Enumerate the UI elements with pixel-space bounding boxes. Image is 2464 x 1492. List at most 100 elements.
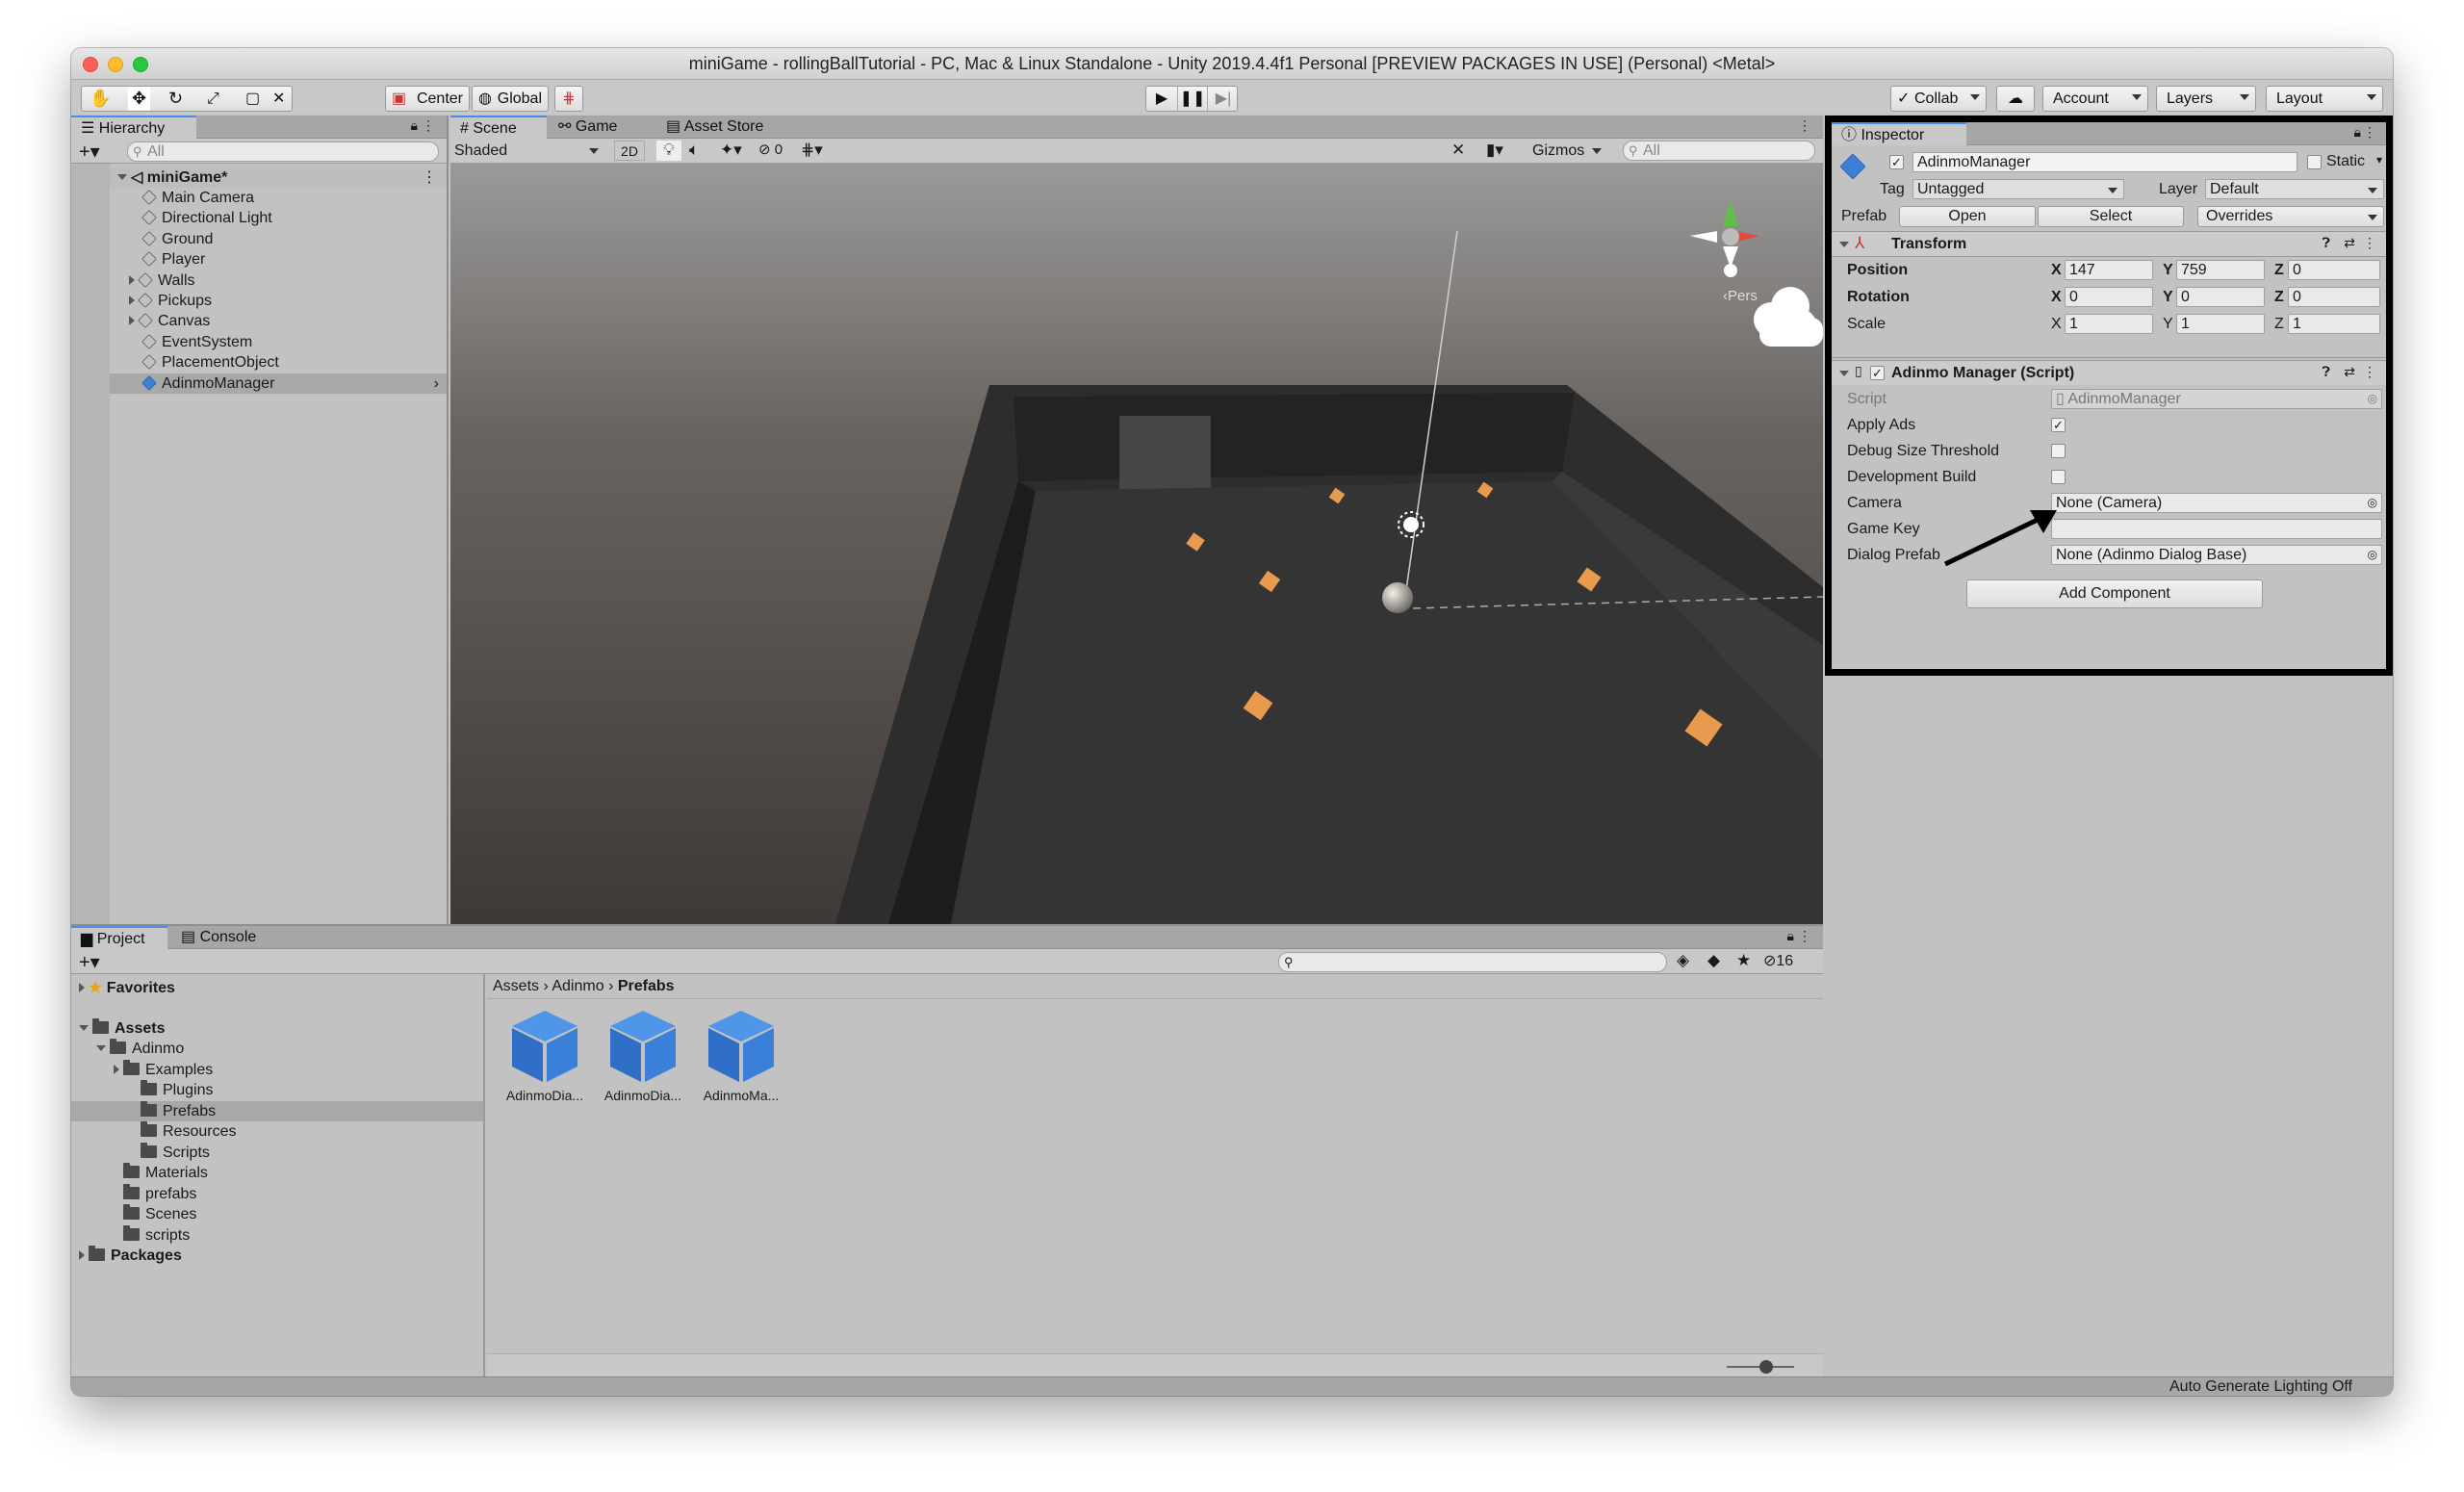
position-z-field[interactable]: 0 [2288, 260, 2380, 280]
project-tree-item[interactable]: Plugins [71, 1080, 483, 1100]
collapse-arrow-icon[interactable] [79, 1024, 89, 1031]
tab-hierarchy[interactable]: ☰ Hierarchy [71, 116, 196, 139]
component-menu-icon[interactable]: ⋮ [2363, 364, 2376, 380]
expand-arrow-icon[interactable] [114, 1064, 119, 1074]
project-tree-item[interactable]: Prefabs [71, 1100, 483, 1121]
favorite-star-icon[interactable]: ★ [1736, 951, 1751, 970]
chevron-right-icon[interactable]: › [434, 373, 439, 394]
camera-object-field[interactable]: None (Camera) ◎ [2051, 493, 2382, 513]
expand-arrow-icon[interactable] [79, 983, 85, 992]
expand-arrow-icon[interactable] [129, 274, 135, 285]
breadcrumb-item[interactable]: Adinmo [552, 978, 603, 994]
static-dropdown-icon[interactable]: ▾ [2376, 153, 2382, 167]
development-build-checkbox[interactable] [2051, 470, 2066, 484]
prefab-asset[interactable]: AdinmoMa... [697, 1007, 785, 1113]
more-menu-icon[interactable]: ⋮ [2363, 124, 2376, 141]
persp-label[interactable]: ‹Pers [1723, 288, 1758, 304]
zoom-slider-handle[interactable] [1759, 1360, 1773, 1374]
scene-viewport[interactable]: ‹Pers [450, 164, 1823, 924]
project-tree-item[interactable]: Packages [71, 1246, 483, 1266]
transform-header[interactable]: ⅄ Transform ❓︎ ⇄ ⋮ [1832, 231, 2386, 256]
breadcrumb-current[interactable]: Prefabs [618, 978, 675, 994]
move-tool-icon[interactable]: ✥ [128, 87, 151, 111]
scale-z-axis-label[interactable]: Z [2274, 314, 2284, 334]
hand-tool-icon[interactable]: ✋ [90, 87, 111, 111]
rotation-y-field[interactable]: 0 [2176, 287, 2265, 307]
help-icon[interactable]: ❓︎ [2323, 235, 2330, 251]
help-icon[interactable]: ❓︎ [2323, 364, 2330, 380]
rect-tool-icon[interactable]: ▢ [245, 87, 260, 111]
hierarchy-item[interactable]: Canvas [110, 311, 447, 331]
zoom-window-button[interactable] [133, 57, 148, 72]
layout-dropdown[interactable]: Layout [2266, 86, 2383, 112]
scale-tool-icon[interactable]: ⤢ [207, 87, 219, 111]
scale-x-axis-label[interactable]: X [2051, 314, 2062, 334]
tab-asset-store[interactable]: ▤ Asset Store [656, 116, 791, 139]
close-window-button[interactable] [83, 57, 98, 72]
grid-toggle-icon[interactable]: ⋕▾ [801, 141, 823, 160]
toggle-2d-button[interactable]: 2D [614, 141, 645, 161]
rotation-y-axis-label[interactable]: Y [2163, 287, 2173, 307]
hierarchy-item[interactable]: Main Camera [110, 188, 447, 208]
dialog-prefab-object-field[interactable]: None (Adinmo Dialog Base) ◎ [2051, 545, 2382, 565]
player-ball[interactable] [1382, 582, 1413, 613]
scale-x-field[interactable]: 1 [2065, 314, 2153, 334]
lighting-toggle-icon[interactable]: 💡︎ [656, 141, 681, 161]
object-picker-icon[interactable]: ◎ [2368, 494, 2377, 512]
prefab-select-button[interactable]: Select [2038, 206, 2184, 227]
lock-icon[interactable]: 🔒︎ [411, 117, 418, 134]
position-y-field[interactable]: 759 [2176, 260, 2265, 280]
position-z-axis-label[interactable]: Z [2274, 260, 2284, 280]
hierarchy-item[interactable]: Ground [110, 229, 447, 249]
rotation-x-field[interactable]: 0 [2065, 287, 2153, 307]
rotation-x-axis-label[interactable]: X [2051, 287, 2062, 307]
position-x-field[interactable]: 147 [2065, 260, 2153, 280]
search-by-type-icon[interactable]: ◈ [1677, 951, 1689, 970]
rotation-z-axis-label[interactable]: Z [2274, 287, 2284, 307]
hierarchy-item[interactable]: AdinmoManager › [110, 373, 447, 394]
add-component-button[interactable]: Add Component [1966, 579, 2263, 608]
project-tree-item[interactable]: Examples [71, 1059, 483, 1080]
preset-icon[interactable]: ⇄ [2344, 364, 2355, 380]
prefab-overrides-dropdown[interactable]: Overrides [2197, 206, 2384, 227]
camera-settings-icon[interactable]: ▮▾ [1486, 141, 1503, 160]
account-dropdown[interactable]: Account [2042, 86, 2148, 112]
prefab-open-button[interactable]: Open [1899, 206, 2036, 227]
expand-arrow-icon[interactable] [117, 174, 127, 180]
project-search-input[interactable]: ⚲ [1278, 952, 1667, 972]
project-tree-item[interactable]: Materials [71, 1163, 483, 1183]
hierarchy-item[interactable]: Walls [110, 270, 447, 291]
rotate-tool-icon[interactable]: ↻ [168, 87, 183, 111]
scale-y-field[interactable]: 1 [2176, 314, 2265, 334]
scale-z-field[interactable]: 1 [2288, 314, 2380, 334]
search-by-label-icon[interactable]: ◆ [1707, 951, 1720, 970]
expand-arrow-icon[interactable] [129, 316, 135, 326]
project-tree-item[interactable]: Scenes [71, 1204, 483, 1224]
layers-dropdown[interactable]: Layers [2156, 86, 2256, 112]
layer-dropdown[interactable]: Default [2205, 179, 2384, 199]
expand-arrow-icon[interactable] [79, 1250, 85, 1260]
tab-project[interactable]: ▆ Project [71, 926, 167, 949]
pivot-center-button[interactable]: ▣ Center [385, 86, 470, 112]
minimize-window-button[interactable] [108, 57, 123, 72]
collapse-arrow-icon[interactable] [1839, 371, 1849, 376]
create-plus-button[interactable]: +▾ [79, 140, 100, 164]
custom-tool-icon[interactable]: ✕ [272, 87, 285, 111]
tab-console[interactable]: ▤ Console [171, 926, 277, 949]
active-checkbox[interactable]: ✓ [1889, 155, 1904, 169]
debug-size-checkbox[interactable] [2051, 444, 2066, 458]
more-menu-icon[interactable]: ⋮ [422, 117, 435, 134]
collapse-arrow-icon[interactable] [96, 1045, 106, 1051]
hierarchy-item[interactable]: EventSystem [110, 332, 447, 352]
project-tree-item[interactable]: Resources [71, 1121, 483, 1142]
rotation-z-field[interactable]: 0 [2288, 287, 2380, 307]
hierarchy-item[interactable]: Directional Light [110, 208, 447, 228]
play-button[interactable]: ▶ [1146, 87, 1177, 111]
scene-root-row[interactable]: ◁ miniGame* ⋮ [110, 167, 447, 188]
canvas-quad[interactable] [1119, 416, 1211, 491]
tab-inspector[interactable]: ⓘ Inspector [1832, 122, 1966, 145]
expand-arrow-icon[interactable] [129, 296, 135, 305]
tab-game[interactable]: ⚯ Game [549, 116, 654, 139]
breadcrumb-item[interactable]: Assets [493, 978, 539, 994]
project-tree-item[interactable]: ★ Favorites [71, 978, 483, 998]
